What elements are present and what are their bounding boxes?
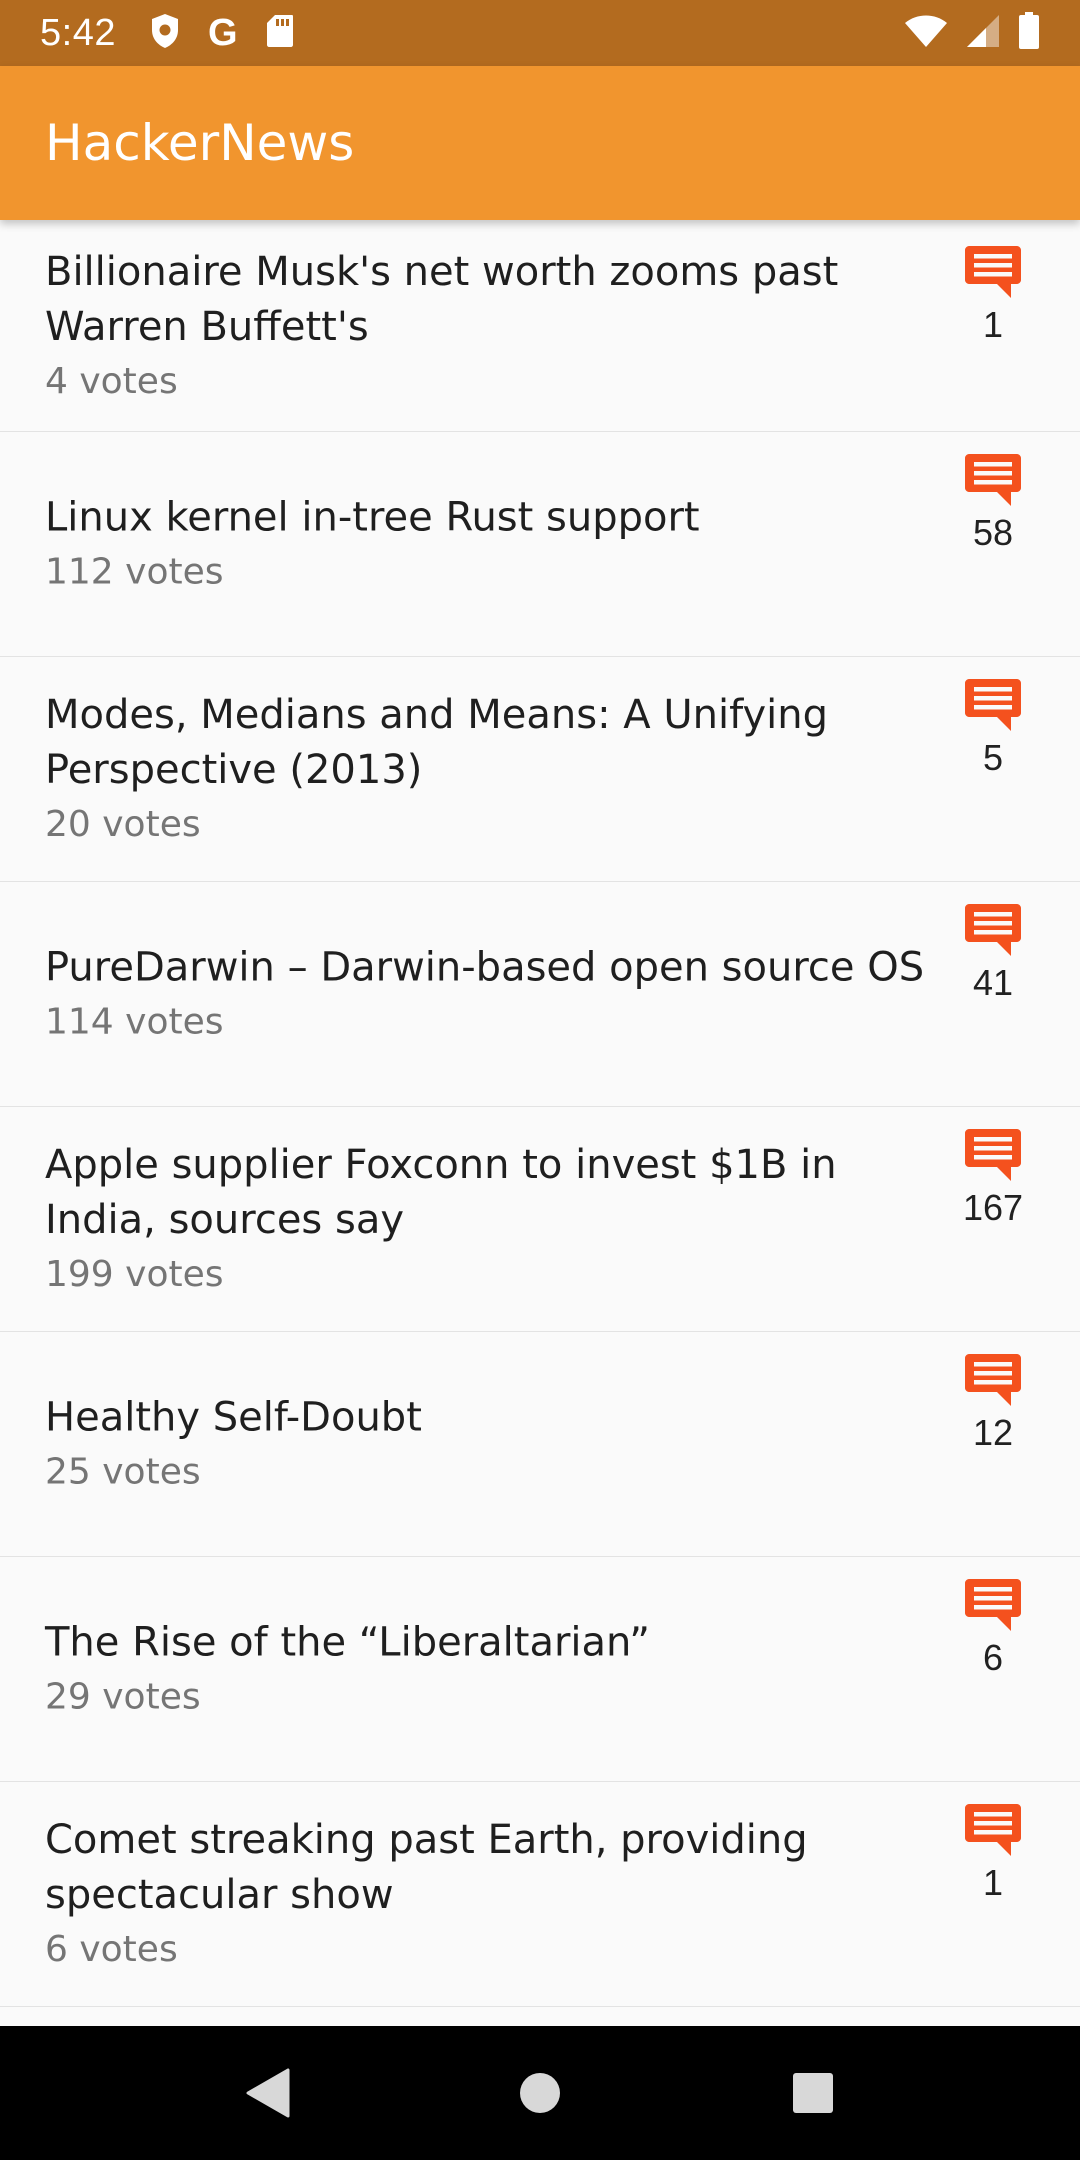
comments-button[interactable]: 6	[948, 1579, 1038, 1679]
story-item[interactable]: Apple supplier Foxconn to invest $1B in …	[0, 1107, 1080, 1332]
notification-icons: G	[150, 13, 294, 53]
story-text: PureDarwin – Darwin-based open source OS…	[45, 941, 945, 1048]
back-icon	[246, 2068, 290, 2118]
story-votes: 4 votes	[45, 360, 178, 402]
story-votes: 6 votes	[45, 1929, 178, 1970]
story-item[interactable]: The Rise of the “Liberaltarian” 29 votes…	[0, 1557, 1080, 1782]
comment-count: 41	[972, 962, 1014, 1003]
comment-icon	[965, 1579, 1021, 1631]
comment-icon	[965, 1804, 1021, 1856]
story-title: Modes, Medians and Means: A Unifying Per…	[45, 692, 829, 793]
google-g-icon: G	[207, 12, 238, 54]
story-list[interactable]: Billionaire Musk's net worth zooms past …	[0, 220, 1080, 2026]
status-time: 5:42	[40, 11, 116, 54]
story-item[interactable]: PureDarwin – Darwin-based open source OS…	[0, 882, 1080, 1107]
comment-count: 12	[972, 1412, 1014, 1453]
story-title: Comet streaking past Earth, providing sp…	[45, 1817, 808, 1918]
story-votes: 25 votes	[45, 1451, 201, 1493]
app-title: HackerNews	[45, 114, 355, 172]
story-votes: 20 votes	[45, 804, 201, 845]
comment-icon	[965, 904, 1021, 956]
story-text: Modes, Medians and Means: A Unifying Per…	[45, 688, 945, 850]
comment-icon	[965, 246, 1021, 298]
comment-icon	[965, 454, 1021, 506]
app-bar: HackerNews	[0, 66, 1080, 220]
battery-icon	[1018, 12, 1040, 54]
recents-button[interactable]	[773, 2053, 853, 2133]
story-text: The Rise of the “Liberaltarian” 29 votes	[45, 1616, 945, 1723]
story-votes: 199 votes	[45, 1254, 224, 1295]
story-item[interactable]: Healthy Self-Doubt 25 votes 12	[0, 1332, 1080, 1557]
comments-button[interactable]: 167	[948, 1129, 1038, 1229]
status-bar: 5:42 G	[0, 0, 1080, 66]
shield-icon	[150, 13, 180, 53]
home-button[interactable]	[500, 2053, 580, 2133]
comment-icon	[965, 1129, 1021, 1181]
sd-card-icon	[266, 14, 294, 52]
comment-icon	[965, 679, 1021, 731]
comments-button[interactable]: 1	[948, 1804, 1038, 1904]
comments-button[interactable]: 12	[948, 1354, 1038, 1454]
comment-count: 167	[962, 1187, 1024, 1228]
comment-count: 6	[982, 1637, 1004, 1678]
system-nav-bar	[0, 2026, 1080, 2160]
comments-button[interactable]: 1	[948, 246, 1038, 346]
comment-count: 1	[982, 1862, 1004, 1903]
wifi-icon	[904, 14, 948, 52]
story-item[interactable]: Billionaire Musk's net worth zooms past …	[0, 220, 1080, 432]
comment-count: 1	[982, 304, 1004, 345]
story-text: Billionaire Musk's net worth zooms past …	[45, 245, 945, 407]
comments-button[interactable]: 5	[948, 679, 1038, 779]
story-text: Apple supplier Foxconn to invest $1B in …	[45, 1138, 945, 1300]
system-icons	[904, 12, 1040, 54]
comment-count: 5	[982, 737, 1004, 778]
story-item[interactable]: Modes, Medians and Means: A Unifying Per…	[0, 657, 1080, 882]
home-icon	[519, 2073, 560, 2113]
hackernews-screen: 5:42 G HackerNews Billionaire Musk's net…	[0, 0, 1080, 2160]
cell-signal-icon	[966, 14, 1000, 52]
story-votes: 29 votes	[45, 1676, 201, 1718]
comments-button[interactable]: 41	[948, 904, 1038, 1004]
story-votes: 112 votes	[45, 551, 224, 593]
comment-icon	[965, 1354, 1021, 1406]
back-button[interactable]	[227, 2053, 307, 2133]
story-votes: 114 votes	[45, 1001, 224, 1043]
story-title: Apple supplier Foxconn to invest $1B in …	[45, 1142, 837, 1243]
story-text: Healthy Self-Doubt 25 votes	[45, 1391, 945, 1498]
recents-icon	[793, 2073, 834, 2113]
story-title: Billionaire Musk's net worth zooms past …	[45, 248, 839, 350]
story-title: PureDarwin – Darwin-based open source OS	[45, 944, 925, 991]
story-item[interactable]: Linux kernel in-tree Rust support 112 vo…	[0, 432, 1080, 657]
comment-count: 58	[972, 512, 1014, 553]
story-title: Healthy Self-Doubt	[45, 1394, 422, 1441]
comments-button[interactable]: 58	[948, 454, 1038, 554]
story-title: Linux kernel in-tree Rust support	[45, 494, 700, 541]
story-title: The Rise of the “Liberaltarian”	[45, 1619, 650, 1666]
story-text: Comet streaking past Earth, providing sp…	[45, 1813, 945, 1975]
story-item[interactable]: Comet streaking past Earth, providing sp…	[0, 1782, 1080, 2007]
story-text: Linux kernel in-tree Rust support 112 vo…	[45, 491, 945, 598]
